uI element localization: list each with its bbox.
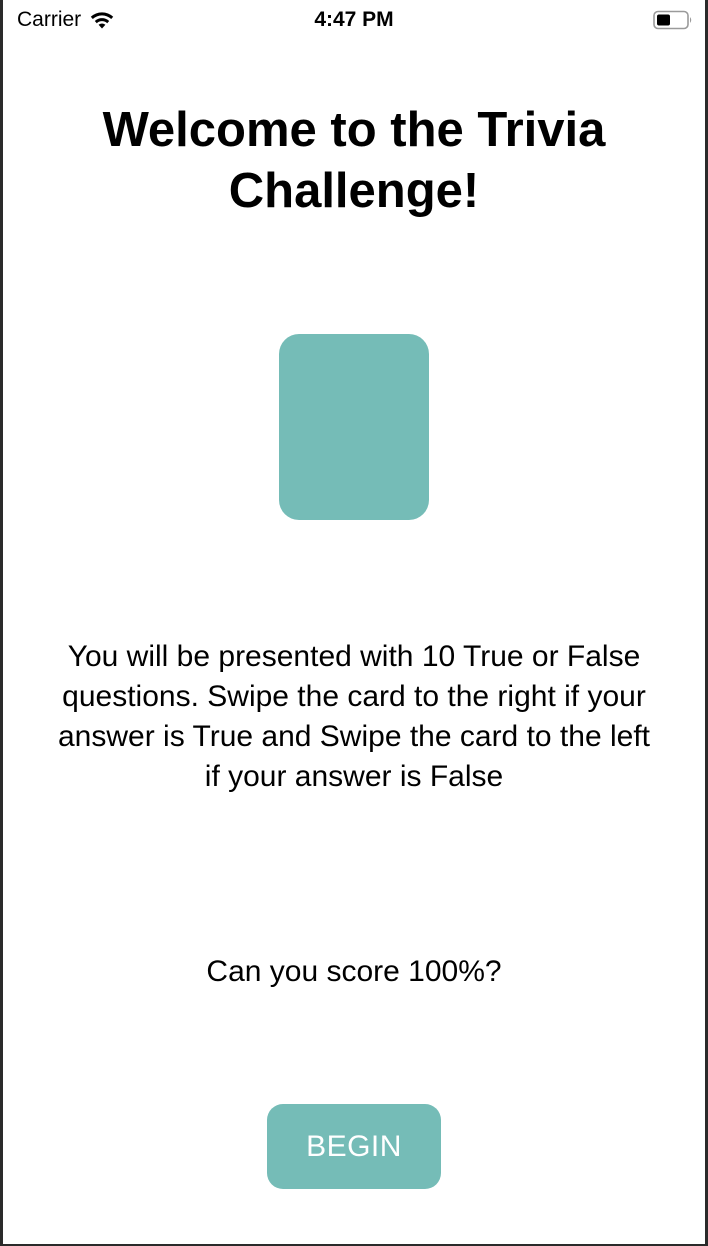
begin-button[interactable]: BEGIN	[267, 1104, 441, 1189]
status-time: 4:47 PM	[314, 8, 394, 31]
instructions-text: You will be presented with 10 True or Fa…	[58, 640, 650, 793]
page-title: Welcome to the Trivia Challenge!	[102, 103, 606, 218]
trivia-card	[279, 334, 429, 520]
challenge-question: Can you score 100%?	[206, 955, 502, 988]
trivia-welcome-screen: Carrier 4:47 PM Welcome to the Trivia Ch…	[0, 0, 708, 1246]
status-bar: Carrier 4:47 PM	[3, 0, 705, 44]
battery-icon	[653, 10, 692, 30]
